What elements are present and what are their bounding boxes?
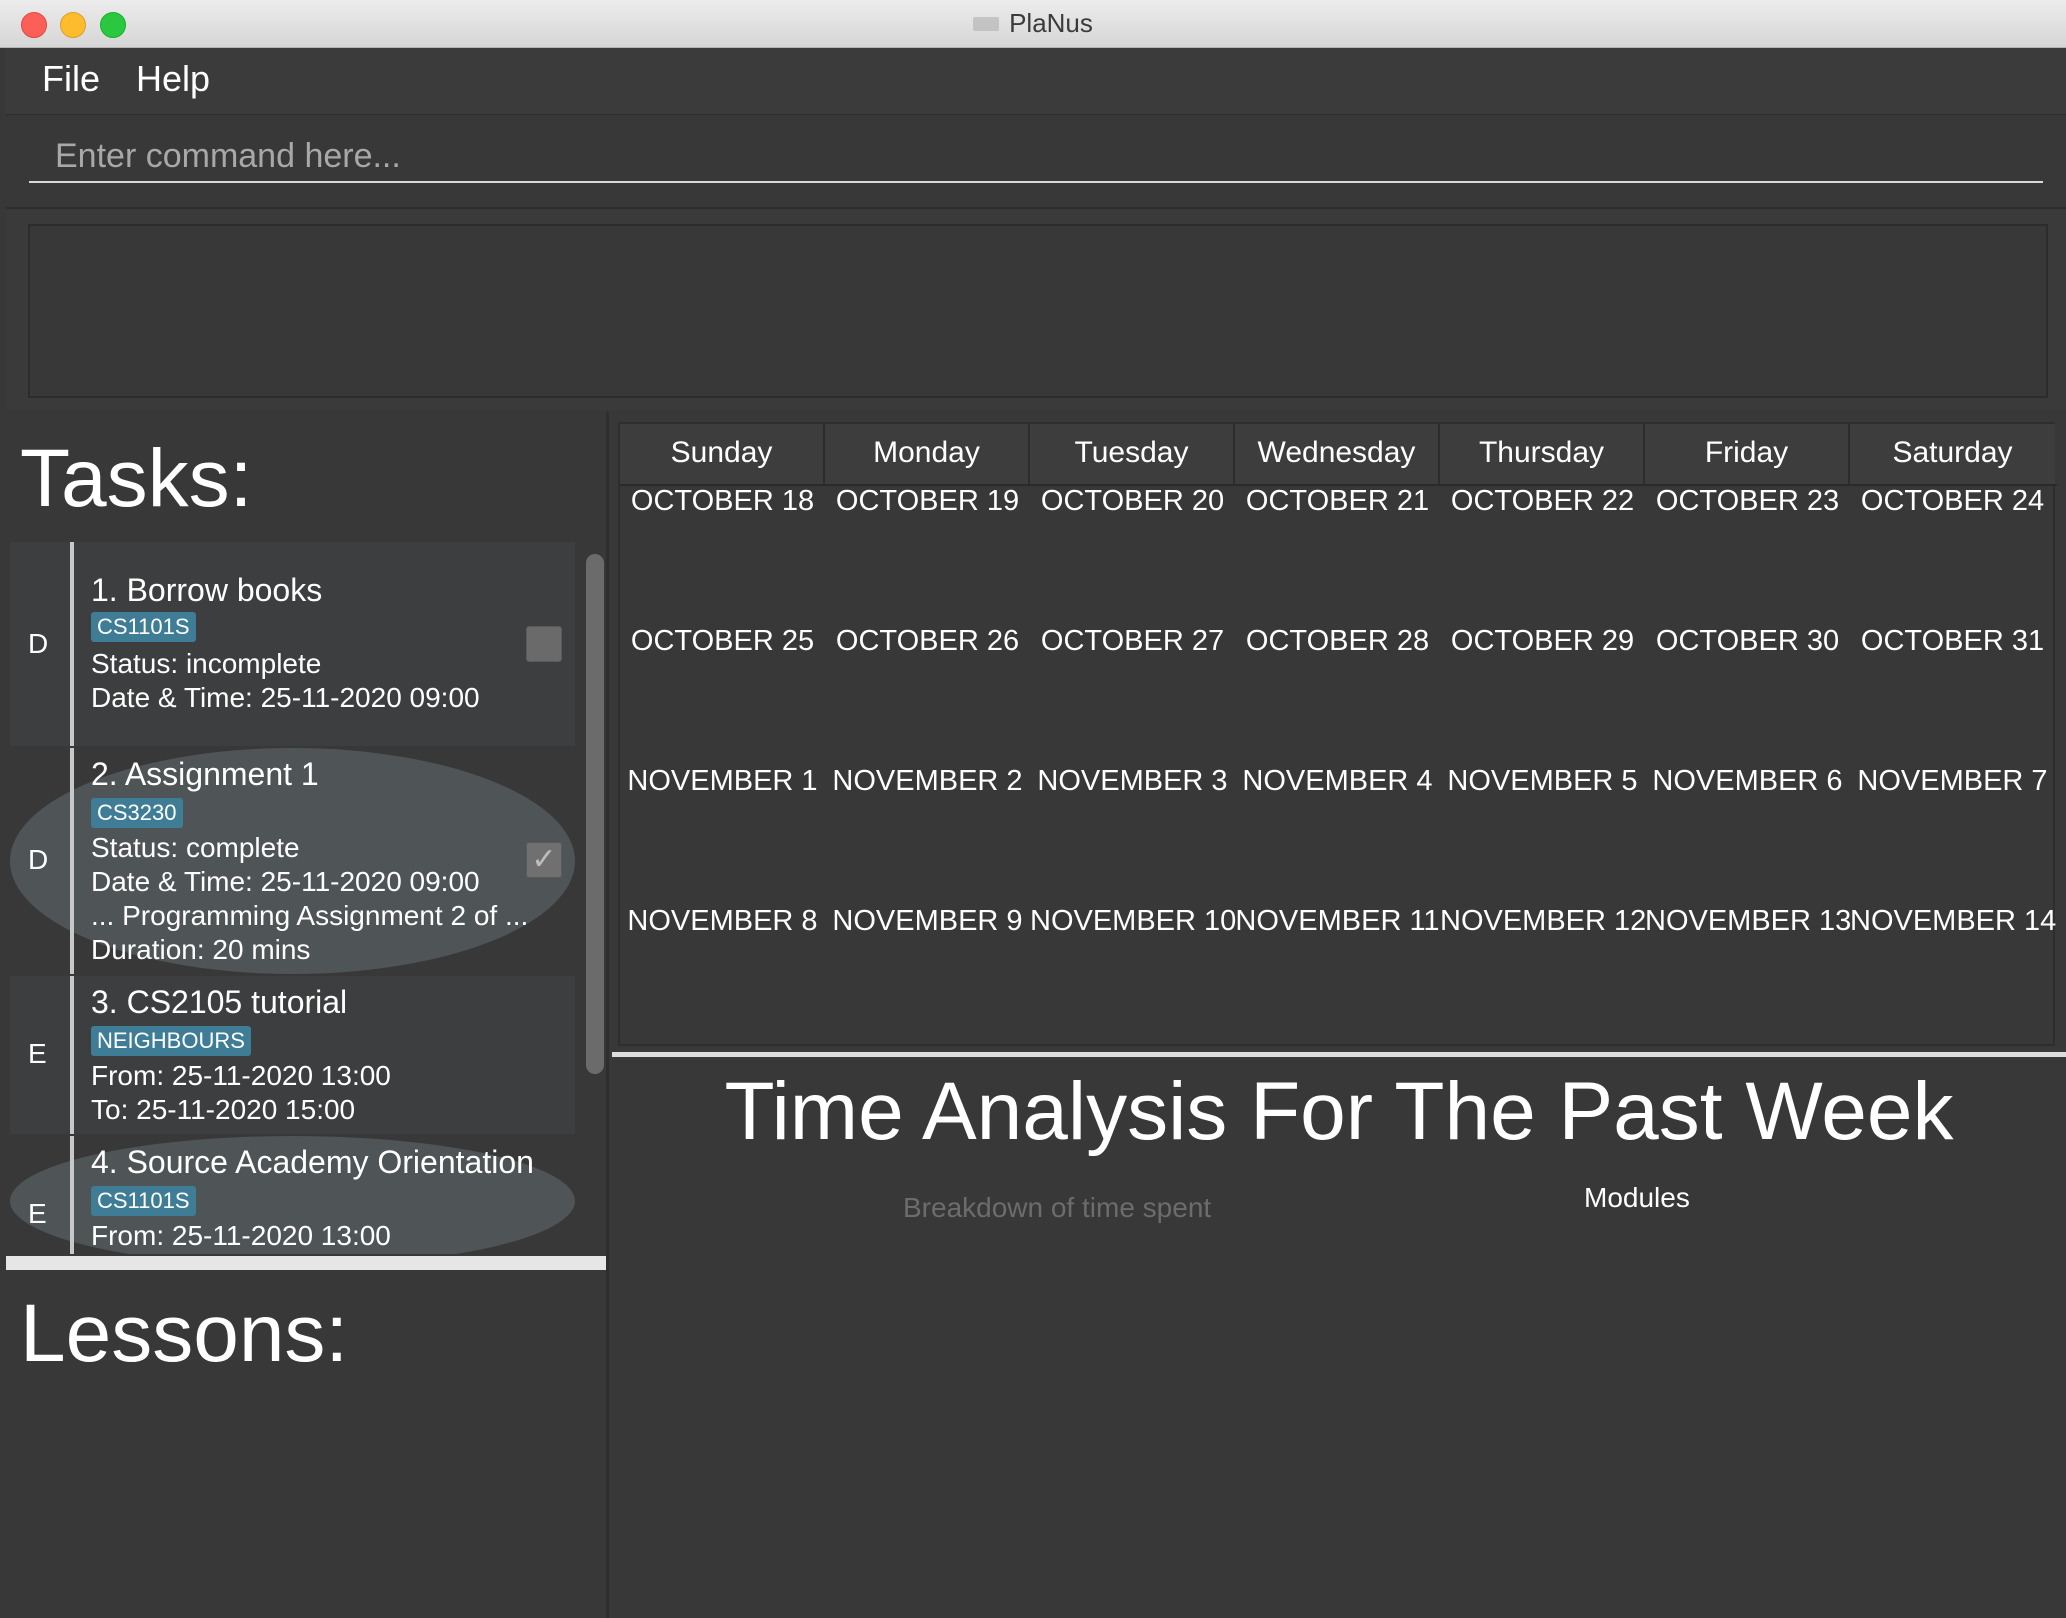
task-card[interactable]: E 3. CS2105 tutorial NEIGHBOURS From: 25… bbox=[10, 976, 575, 1134]
title-wrap: PlaNus bbox=[0, 0, 2066, 47]
calendar-day-thursday: Thursday bbox=[1440, 424, 1645, 484]
task-type-label: D bbox=[28, 844, 49, 875]
checkmark-icon: ✓ bbox=[531, 843, 557, 876]
calendar-day-sunday: Sunday bbox=[620, 424, 825, 484]
day-name: Monday bbox=[873, 436, 980, 469]
task-type-label: E bbox=[28, 1198, 47, 1229]
calendar-date[interactable]: OCTOBER 29 bbox=[1440, 624, 1645, 658]
calendar-date[interactable]: NOVEMBER 10 bbox=[1030, 904, 1236, 938]
calendar-date[interactable]: NOVEMBER 9 bbox=[825, 904, 1030, 938]
command-box bbox=[6, 115, 2066, 209]
task-name: 2. Assignment 1 bbox=[91, 756, 319, 792]
calendar-date[interactable]: OCTOBER 24 bbox=[1850, 484, 2055, 518]
day-name: Sunday bbox=[670, 436, 773, 469]
calendar-date[interactable]: OCTOBER 20 bbox=[1030, 484, 1235, 518]
calendar-date[interactable]: OCTOBER 27 bbox=[1030, 624, 1235, 658]
calendar-date[interactable]: OCTOBER 30 bbox=[1645, 624, 1850, 658]
day-name: Tuesday bbox=[1074, 436, 1189, 469]
calendar-date[interactable]: OCTOBER 22 bbox=[1440, 484, 1645, 518]
calendar-day-saturday: Saturday bbox=[1850, 424, 2055, 484]
task-type-divider bbox=[70, 748, 74, 974]
task-name: 1. Borrow books bbox=[91, 572, 323, 608]
calendar-date[interactable]: NOVEMBER 14 bbox=[1850, 904, 2056, 938]
calendar-date[interactable]: NOVEMBER 5 bbox=[1440, 764, 1645, 798]
task-list[interactable]: D 1. Borrow books CS1101S Status: incomp… bbox=[10, 542, 575, 1254]
task-card[interactable]: D 1. Borrow books CS1101S Status: incomp… bbox=[10, 542, 575, 746]
panel-splitter[interactable] bbox=[6, 1256, 606, 1270]
task-type-label: D bbox=[28, 628, 49, 659]
calendar-day-tuesday: Tuesday bbox=[1030, 424, 1235, 484]
calendar-date[interactable]: OCTOBER 21 bbox=[1235, 484, 1440, 518]
task-status: Status: complete bbox=[91, 832, 300, 863]
task-description: ... Programming Assignment 2 of ... bbox=[91, 900, 529, 931]
calendar-date[interactable]: NOVEMBER 1 bbox=[620, 764, 825, 798]
calendar-date[interactable]: NOVEMBER 4 bbox=[1235, 764, 1440, 798]
task-status-checkbox[interactable]: ✓ bbox=[526, 842, 562, 878]
task-to: To: 25-11-2020 15:00 bbox=[91, 1094, 356, 1125]
result-display-area bbox=[6, 210, 2066, 410]
window-title: PlaNus bbox=[1009, 8, 1093, 38]
right-panel-splitter[interactable] bbox=[612, 1052, 2066, 1057]
task-tag: CS1101S bbox=[91, 1186, 196, 1216]
task-duration: Duration: 20 mins bbox=[91, 934, 311, 965]
analysis-subtitle: Breakdown of time spent bbox=[903, 1192, 1212, 1223]
command-input[interactable] bbox=[29, 131, 2043, 183]
calendar-date[interactable]: NOVEMBER 6 bbox=[1645, 764, 1850, 798]
calendar-day-wednesday: Wednesday bbox=[1235, 424, 1440, 484]
task-status-checkbox[interactable] bbox=[526, 626, 562, 662]
task-datetime: Date & Time: 25-11-2020 09:00 bbox=[91, 866, 480, 897]
task-type-divider bbox=[70, 1136, 74, 1254]
task-status: Status: incomplete bbox=[91, 648, 322, 679]
calendar-date[interactable]: OCTOBER 31 bbox=[1850, 624, 2055, 658]
calendar-date[interactable]: NOVEMBER 8 bbox=[620, 904, 825, 938]
calendar-date[interactable]: NOVEMBER 7 bbox=[1850, 764, 2055, 798]
left-panel: Tasks: D 1. Borrow books CS1101S Status:… bbox=[6, 412, 609, 1618]
tasks-heading: Tasks: bbox=[20, 433, 253, 524]
calendar-day-monday: Monday bbox=[825, 424, 1030, 484]
analysis-title: Time Analysis For The Past Week bbox=[724, 1066, 1954, 1157]
app-window: PlaNus File Help Tasks: D 1. Borrow book… bbox=[0, 0, 2066, 1618]
calendar-date[interactable]: NOVEMBER 11 bbox=[1235, 904, 1440, 938]
task-card[interactable]: D 2. Assignment 1 CS3230 Status: complet… bbox=[10, 748, 575, 974]
calendar-date[interactable]: OCTOBER 18 bbox=[620, 484, 825, 518]
task-card[interactable]: E 4. Source Academy Orientation CS1101S … bbox=[10, 1136, 575, 1254]
task-from: From: 25-11-2020 13:00 bbox=[91, 1220, 391, 1251]
task-name: 3. CS2105 tutorial bbox=[91, 984, 348, 1020]
result-display bbox=[28, 224, 2048, 398]
day-name: Saturday bbox=[1892, 436, 2013, 469]
lessons-heading: Lessons: bbox=[20, 1288, 349, 1379]
menu-help[interactable]: Help bbox=[136, 58, 210, 100]
task-list-scrollbar[interactable] bbox=[586, 554, 604, 1074]
app-icon bbox=[973, 16, 1000, 31]
calendar-date[interactable]: OCTOBER 28 bbox=[1235, 624, 1440, 658]
calendar-date[interactable]: OCTOBER 26 bbox=[825, 624, 1030, 658]
calendar: Sunday Monday Tuesday Wednesday Thursday… bbox=[618, 422, 2057, 1046]
day-name: Friday bbox=[1704, 436, 1789, 469]
calendar-date[interactable]: OCTOBER 19 bbox=[825, 484, 1030, 518]
task-datetime: Date & Time: 25-11-2020 09:00 bbox=[91, 682, 480, 713]
menu-bar: File Help bbox=[6, 48, 2066, 115]
day-name: Wednesday bbox=[1257, 436, 1416, 469]
task-name: 4. Source Academy Orientation bbox=[91, 1144, 534, 1180]
calendar-date[interactable]: NOVEMBER 2 bbox=[825, 764, 1030, 798]
calendar-date[interactable]: OCTOBER 25 bbox=[620, 624, 825, 658]
task-type-divider bbox=[70, 976, 74, 1134]
calendar-date[interactable]: NOVEMBER 3 bbox=[1030, 764, 1235, 798]
task-type-divider bbox=[70, 542, 74, 746]
title-bar: PlaNus bbox=[0, 0, 2066, 48]
calendar-date[interactable]: OCTOBER 23 bbox=[1645, 484, 1850, 518]
task-from: From: 25-11-2020 13:00 bbox=[91, 1060, 391, 1091]
calendar-date[interactable]: NOVEMBER 12 bbox=[1440, 904, 1646, 938]
task-tag: CS1101S bbox=[91, 612, 196, 642]
task-tag: CS3230 bbox=[91, 798, 183, 828]
task-type-label: E bbox=[28, 1038, 47, 1069]
calendar-date[interactable]: NOVEMBER 13 bbox=[1645, 904, 1851, 938]
task-tag: NEIGHBOURS bbox=[91, 1026, 251, 1056]
calendar-day-friday: Friday bbox=[1645, 424, 1850, 484]
menu-file[interactable]: File bbox=[42, 58, 100, 100]
day-name: Thursday bbox=[1478, 436, 1605, 469]
analysis-legend: Modules bbox=[1584, 1182, 1690, 1213]
